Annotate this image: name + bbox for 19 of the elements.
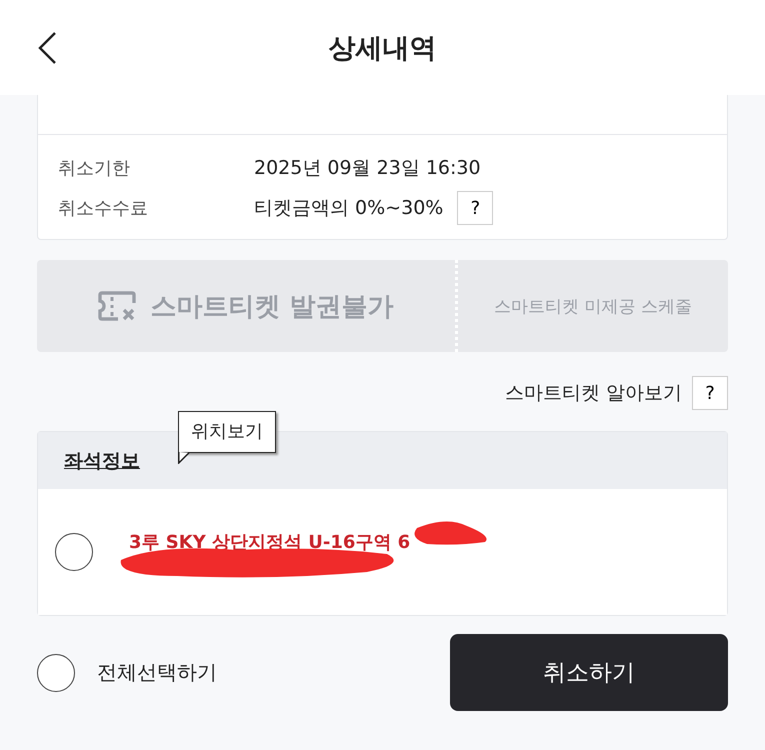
info-value: 2025년 09월 23일 16:30 bbox=[254, 156, 481, 181]
back-icon[interactable] bbox=[37, 31, 57, 65]
ticket-cancel-icon bbox=[98, 289, 138, 323]
radio-button[interactable] bbox=[37, 654, 75, 692]
select-all-label[interactable]: 전체선택하기 bbox=[97, 659, 217, 686]
page-title: 상세내역 bbox=[328, 32, 436, 66]
smart-ticket-guide-link[interactable]: 스마트티켓 알아보기 bbox=[504, 380, 682, 406]
smart-ticket-status: 스마트티켓 발권불가 bbox=[150, 290, 394, 324]
tooltip-tail-icon bbox=[178, 452, 190, 464]
seat-info-title: 좌석정보 bbox=[64, 448, 140, 474]
cancel-button[interactable]: 취소하기 bbox=[450, 634, 728, 711]
info-label: 취소기한 bbox=[58, 157, 131, 180]
smart-ticket-note: 스마트티켓 미제공 스케줄 bbox=[493, 296, 693, 318]
radio-button[interactable] bbox=[55, 533, 93, 571]
info-value: 티켓금액의 0%~30% bbox=[254, 196, 444, 221]
info-label: 취소수수료 bbox=[58, 197, 149, 220]
help-button[interactable]: ? bbox=[692, 376, 728, 410]
help-button[interactable]: ? bbox=[457, 191, 494, 225]
location-tooltip[interactable]: 위치보기 bbox=[178, 411, 276, 453]
